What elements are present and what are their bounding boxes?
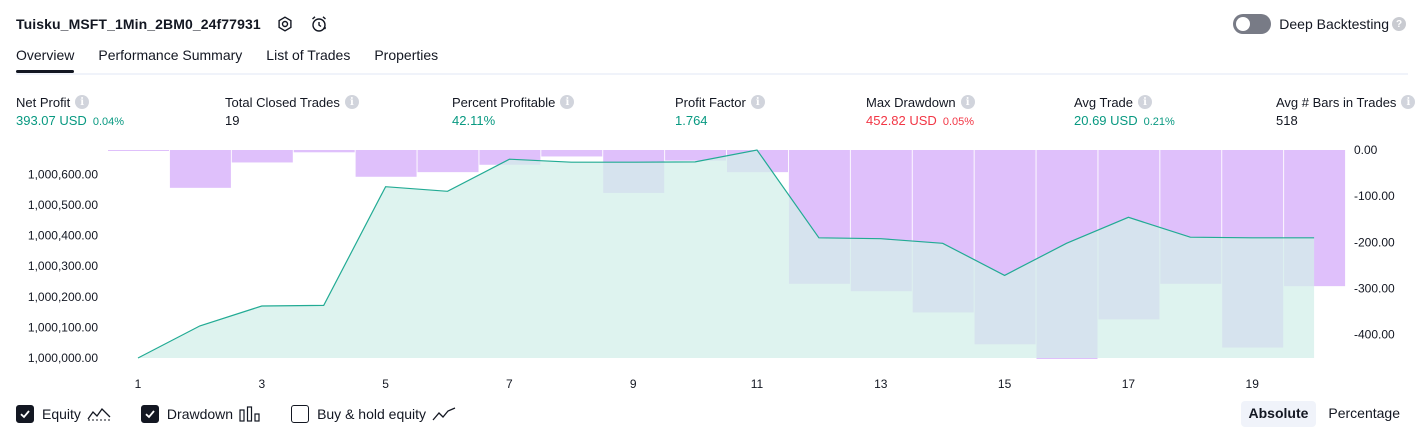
drawdown-checkbox[interactable]	[140, 405, 159, 423]
help-icon[interactable]: ?	[1392, 17, 1406, 31]
scale-mode-switch: Absolute Percentage	[1237, 401, 1409, 427]
metric-percent: 0.21%	[1143, 116, 1175, 128]
drawdown-bar	[293, 150, 355, 153]
left-axis-label: 1,000,100.00	[28, 320, 98, 334]
metric-label: Max Drawdown	[866, 94, 956, 110]
tab-performance-summary[interactable]: Performance Summary	[98, 47, 242, 73]
buy-hold-line-icon	[432, 406, 456, 422]
tab-list-of-trades[interactable]: List of Trades	[266, 47, 350, 73]
metric-label: Percent Profitable	[452, 94, 556, 110]
x-axis-label: 13	[874, 377, 888, 391]
metric-percent-profitable: Percent Profitable i 42.11%	[452, 93, 575, 131]
settings-icon[interactable]	[275, 14, 295, 34]
deep-backtesting-toggle[interactable]	[1233, 14, 1272, 34]
tabs-divider	[16, 73, 1408, 75]
info-icon[interactable]: i	[75, 95, 90, 109]
info-icon[interactable]: i	[1138, 95, 1153, 109]
right-axis-label: -200.00	[1354, 235, 1395, 249]
left-axis-label: 1,000,400.00	[28, 229, 98, 243]
left-axis-label: 1,000,200.00	[28, 290, 98, 304]
absolute-button[interactable]: Absolute	[1240, 401, 1317, 427]
metric-total-closed-trades: Total Closed Trades i 19	[225, 93, 359, 131]
info-icon[interactable]: i	[560, 95, 575, 109]
info-icon[interactable]: i	[344, 95, 359, 109]
right-axis-label: -100.00	[1354, 189, 1395, 203]
tab-properties[interactable]: Properties	[374, 47, 438, 73]
metric-avg-trade: Avg Trade i 20.69 USD 0.21%	[1074, 93, 1175, 131]
strategy-name: Tuisku_MSFT_1Min_2BM0_24f77931	[16, 16, 261, 32]
drawdown-bar	[355, 150, 417, 177]
x-axis-label: 11	[751, 377, 764, 391]
right-axis-label: -400.00	[1354, 328, 1395, 342]
x-axis-label: 17	[1122, 377, 1136, 391]
tab-overview[interactable]: Overview	[16, 47, 75, 73]
deep-backtesting: Deep Backtesting ?	[1233, 13, 1406, 35]
right-axis-label: -300.00	[1354, 281, 1395, 295]
metric-value: 42.11%	[452, 113, 496, 128]
drawdown-bars-icon	[239, 406, 261, 422]
metric-value: 1.764	[675, 113, 708, 128]
x-axis-label: 3	[258, 377, 265, 391]
drawdown-bar	[541, 150, 603, 157]
x-axis-label: 15	[998, 377, 1012, 391]
legend-equity[interactable]: Equity	[16, 405, 111, 423]
metric-value: 19	[225, 113, 240, 128]
x-axis-label: 7	[506, 377, 513, 391]
x-axis-label: 5	[382, 377, 389, 391]
chart-legend: Equity Drawdown Buy & hold equity	[16, 403, 486, 425]
left-axis-label: 1,000,600.00	[28, 167, 98, 181]
left-axis-label: 1,000,300.00	[28, 259, 98, 273]
legend-buy-hold-label: Buy & hold equity	[317, 406, 427, 422]
equity-checkbox[interactable]	[16, 405, 34, 423]
x-axis-label: 9	[630, 377, 637, 391]
metric-label: Avg # Bars in Trades	[1276, 94, 1397, 110]
alarm-icon[interactable]	[309, 14, 329, 34]
metric-label: Net Profit	[16, 94, 71, 110]
toggle-knob	[1236, 17, 1251, 31]
x-axis-label: 1	[135, 377, 142, 391]
metric-value: 452.82 USD	[866, 113, 937, 128]
legend-equity-label: Equity	[42, 406, 81, 422]
buy-hold-checkbox[interactable]	[291, 405, 310, 423]
right-axis-label: 0.00	[1354, 143, 1378, 157]
equity-line-icon	[87, 406, 111, 422]
metric-label: Profit Factor	[675, 94, 746, 110]
legend-buy-hold[interactable]: Buy & hold equity	[291, 405, 456, 423]
info-icon[interactable]: i	[960, 95, 975, 109]
metric-net-profit: Net Profit i 393.07 USD 0.04%	[16, 93, 124, 131]
metric-value: 20.69 USD	[1074, 113, 1138, 128]
drawdown-bar	[169, 150, 231, 188]
left-axis-label: 1,000,000.00	[28, 351, 98, 365]
metric-percent: 0.04%	[92, 116, 125, 128]
metric-percent: 0.05%	[942, 116, 975, 128]
left-axis-label: 1,000,500.00	[28, 198, 98, 212]
info-icon[interactable]: i	[1401, 95, 1416, 109]
metric-value: 393.07 USD	[16, 113, 87, 128]
x-axis-label: 19	[1246, 377, 1260, 391]
info-icon[interactable]: i	[750, 95, 765, 109]
percentage-button[interactable]: Percentage	[1320, 401, 1408, 427]
equity-drawdown-chart[interactable]: 1,000,000.00 1,000,100.00 1,000,200.00 1,00…	[0, 138, 1424, 400]
strategy-header: Tuisku_MSFT_1Min_2BM0_24f77931	[16, 13, 329, 35]
metric-profit-factor: Profit Factor i 1.764	[675, 93, 765, 131]
metric-label: Avg Trade	[1074, 94, 1134, 110]
metric-label: Total Closed Trades	[225, 94, 340, 110]
tab-bar: Overview Performance Summary List of Tra…	[16, 47, 462, 73]
drawdown-bar	[108, 150, 169, 151]
deep-backtesting-label: Deep Backtesting	[1279, 16, 1389, 32]
metric-avg-bars-in-trades: Avg # Bars in Trades i 518	[1276, 93, 1416, 131]
metric-max-drawdown: Max Drawdown i 452.82 USD 0.05%	[866, 93, 975, 131]
metric-value: 518	[1276, 113, 1298, 128]
legend-drawdown[interactable]: Drawdown	[140, 405, 261, 423]
drawdown-bar	[231, 150, 293, 163]
legend-drawdown-label: Drawdown	[166, 406, 234, 422]
drawdown-bar	[417, 150, 479, 173]
